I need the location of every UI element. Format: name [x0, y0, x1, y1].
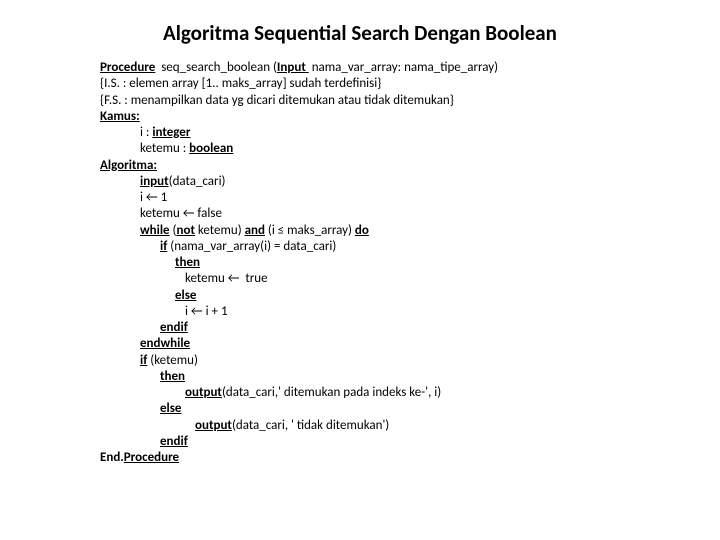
code-line: Algoritma:	[100, 158, 620, 174]
code-line: Procedure seq_search_boolean (Input nama…	[100, 60, 620, 76]
code-line: {I.S. : elemen array [1.. maks_array] su…	[100, 76, 620, 92]
code-line: ketemu : boolean	[100, 141, 620, 157]
code-line: else	[100, 401, 620, 417]
code-line: endif	[100, 320, 620, 336]
code-line: then	[100, 255, 620, 271]
code-line: {F.S. : menampilkan data yg dicari ditem…	[100, 93, 620, 109]
code-line: then	[100, 369, 620, 385]
code-line: i ← i + 1	[100, 304, 620, 320]
code-line: input(data_cari)	[100, 174, 620, 190]
code-line: output(data_cari, ' tidak ditemukan')	[100, 418, 620, 434]
code-line: else	[100, 288, 620, 304]
algorithm-code: Procedure seq_search_boolean (Input nama…	[100, 60, 620, 466]
code-line: while (not ketemu) and (i ≤ maks_array) …	[100, 223, 620, 239]
code-line: output(data_cari,' ditemukan pada indeks…	[100, 385, 620, 401]
code-line: Kamus:	[100, 109, 620, 125]
code-line: if (ketemu)	[100, 353, 620, 369]
page-title: Algoritma Sequential Search Dengan Boole…	[100, 20, 620, 46]
code-line: End.Procedure	[100, 450, 620, 466]
code-line: i : integer	[100, 125, 620, 141]
code-line: endwhile	[100, 336, 620, 352]
code-line: endif	[100, 434, 620, 450]
code-line: i ← 1	[100, 190, 620, 206]
code-line: ketemu ← true	[100, 271, 620, 287]
code-line: ketemu ← false	[100, 206, 620, 222]
code-line: if (nama_var_array(i) = data_cari)	[100, 239, 620, 255]
